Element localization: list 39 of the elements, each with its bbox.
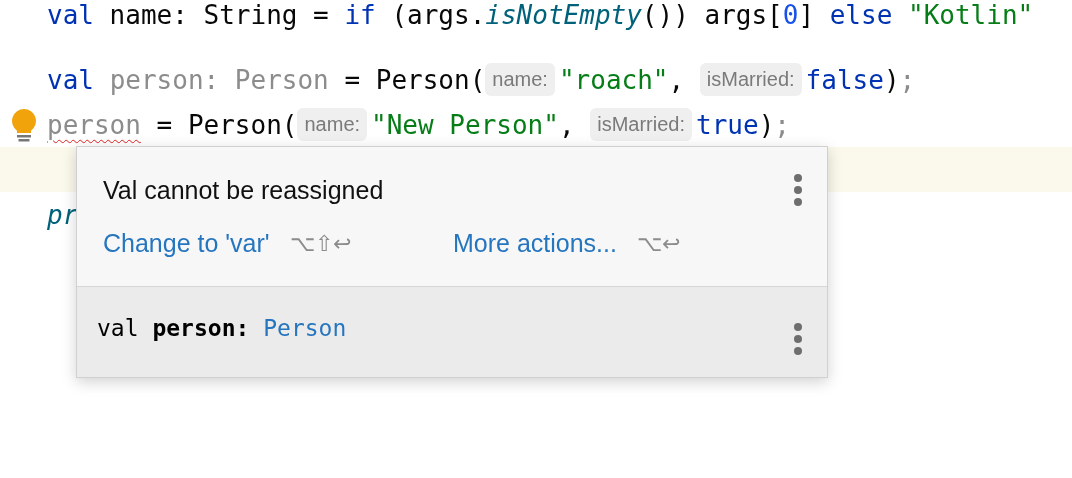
code-token: "roach"	[558, 64, 669, 95]
parameter-hint: name:	[297, 108, 368, 141]
code-token: if	[344, 0, 376, 30]
code-token: isNotEmpty	[485, 0, 642, 30]
code-token: false	[805, 64, 884, 95]
code-token: val	[47, 0, 94, 30]
shortcut-hint: ⌥↩	[636, 230, 680, 257]
action-link[interactable]: More actions...	[453, 229, 617, 258]
parameter-hint: isMarried:	[590, 108, 692, 141]
code-token: ]	[798, 0, 816, 30]
code-token: ,	[558, 109, 576, 140]
error-message: Val cannot be reassigned	[103, 175, 384, 205]
code-token: "Kotlin"	[908, 0, 1034, 30]
code-token: ;	[774, 109, 790, 140]
error-token: person	[47, 109, 141, 140]
code-token: ;	[899, 64, 916, 95]
code-token: = Person(	[343, 64, 486, 95]
code-token: person: Person	[109, 64, 329, 95]
code-token: ()) args[	[641, 0, 783, 30]
code-token: name: String =	[108, 0, 330, 30]
lightbulb-icon[interactable]	[10, 107, 37, 142]
parameter-hint: isMarried:	[699, 63, 802, 96]
action-link[interactable]: Change to 'var'	[103, 229, 270, 258]
declaration-text: val person: Person	[97, 315, 347, 341]
code-token: 0	[782, 0, 799, 30]
code-token: )	[758, 109, 775, 140]
code-token: (args.	[390, 0, 486, 30]
code-token: else	[829, 0, 894, 30]
code-token: )	[883, 64, 900, 95]
code-token: val	[47, 64, 95, 95]
code-token: pr	[47, 199, 79, 230]
more-options-icon[interactable]	[793, 322, 803, 356]
code-token: = Person(	[155, 109, 298, 140]
more-options-icon[interactable]	[793, 173, 803, 207]
code-token: true	[696, 109, 759, 140]
parameter-hint: name:	[485, 63, 555, 96]
shortcut-hint: ⌥⇧↩	[289, 230, 351, 257]
code-token: "New Person"	[371, 109, 559, 140]
code-token: ,	[668, 64, 686, 95]
